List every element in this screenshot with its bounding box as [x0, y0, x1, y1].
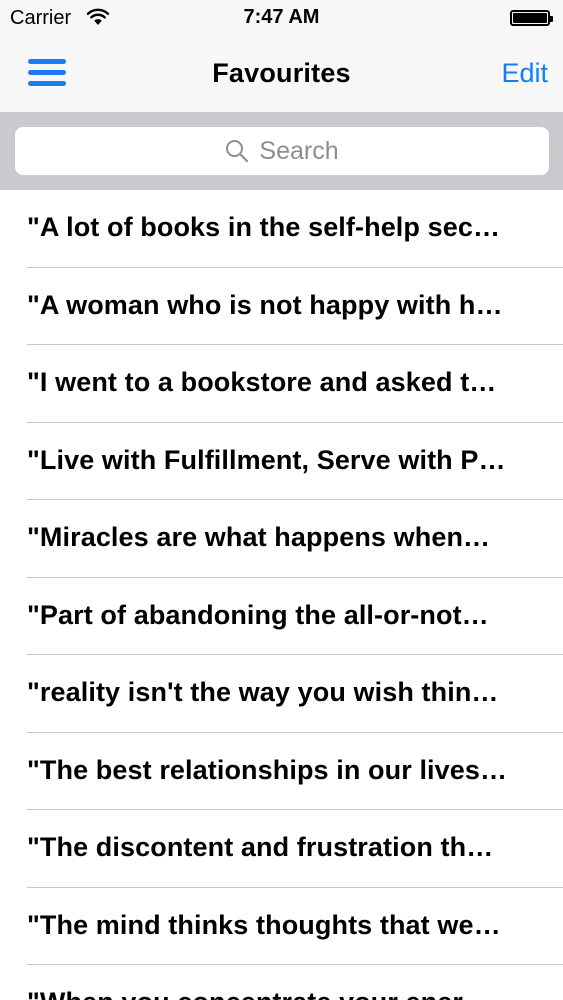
list-item-text: "The best relationships in our lives…	[27, 754, 508, 785]
list-item-text: "A woman who is not happy with h…	[27, 289, 503, 320]
search-placeholder: Search	[259, 136, 339, 165]
list-item[interactable]: "Part of abandoning the all-or-not…	[0, 578, 563, 655]
status-bar: Carrier 7:47 AM	[0, 0, 563, 40]
list-item[interactable]: "reality isn't the way you wish thin…	[0, 655, 563, 733]
list-item[interactable]: "A woman who is not happy with h…	[0, 268, 563, 345]
list-item[interactable]: "The mind thinks thoughts that we…	[0, 888, 563, 965]
list-item-text: "Miracles are what happens when…	[27, 522, 491, 552]
list-item-text: "The discontent and frustration th…	[27, 832, 494, 862]
list-item-text: "Part of abandoning the all-or-not…	[27, 599, 489, 630]
navigation-bar: Carrier 7:47 AM Favourites Edit	[0, 0, 563, 113]
list-item[interactable]: "A lot of books in the self-help sec…	[0, 190, 563, 268]
list-item-text: "The mind thinks thoughts that we…	[27, 909, 501, 940]
list-item-text: "reality isn't the way you wish thin…	[27, 677, 499, 707]
search-bar: Search	[0, 113, 563, 190]
list-item-text: "I went to a bookstore and asked t…	[27, 367, 497, 397]
list-item[interactable]: "When you concentrate your ener…	[0, 965, 563, 1000]
list-item[interactable]: "The discontent and frustration th…	[0, 810, 563, 888]
status-time: 7:47 AM	[243, 6, 320, 28]
search-input[interactable]: Search	[15, 127, 549, 175]
list-item-text: "When you concentrate your ener…	[27, 987, 543, 1000]
favourites-list: "A lot of books in the self-help sec… "A…	[0, 190, 563, 1000]
list-item[interactable]: "I went to a bookstore and asked t…	[0, 345, 563, 423]
list-item[interactable]: "The best relationships in our lives…	[0, 733, 563, 810]
list-item[interactable]: "Miracles are what happens when…	[0, 500, 563, 578]
edit-button[interactable]: Edit	[501, 58, 548, 89]
search-icon	[226, 140, 249, 163]
page-title: Favourites	[212, 58, 351, 88]
battery-icon	[510, 10, 553, 26]
list-item-text: "A lot of books in the self-help sec…	[27, 212, 501, 242]
list-item[interactable]: "Live with Fulfillment, Serve with P…	[0, 423, 563, 500]
list-item-text: "Live with Fulfillment, Serve with P…	[27, 444, 506, 475]
